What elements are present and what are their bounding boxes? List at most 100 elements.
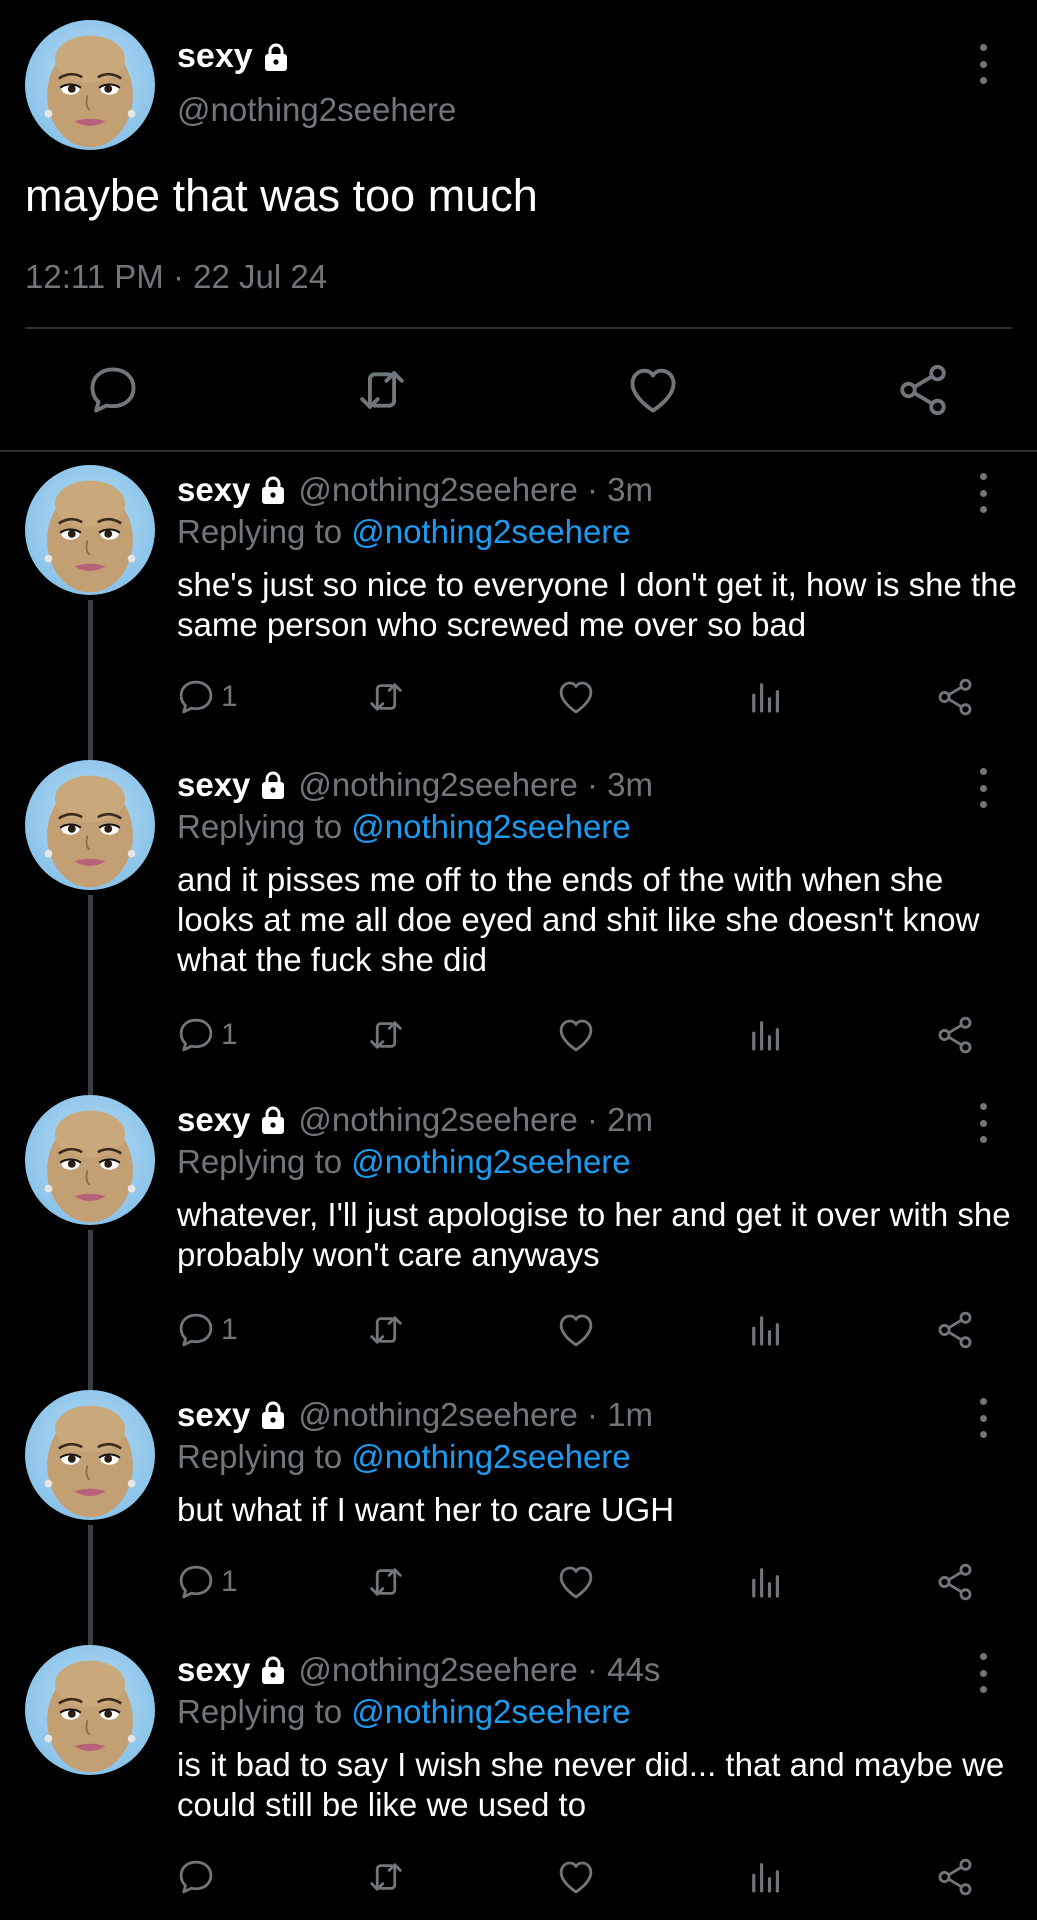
reply-button[interactable] — [175, 1855, 221, 1899]
retweet-button[interactable] — [365, 1560, 407, 1604]
lock-icon — [262, 1106, 285, 1134]
replying-to: Replying to @nothing2seehere — [177, 513, 631, 550]
avatar[interactable] — [25, 20, 155, 150]
avatar[interactable] — [25, 1645, 155, 1775]
like-button[interactable] — [555, 1560, 597, 1604]
share-icon[interactable] — [894, 361, 952, 419]
share-button[interactable] — [934, 675, 976, 719]
more-icon[interactable] — [973, 44, 993, 84]
display-name[interactable]: sexy — [177, 471, 250, 509]
share-button[interactable] — [934, 1013, 976, 1057]
retweet-icon[interactable] — [353, 361, 411, 419]
avatar[interactable] — [25, 1095, 155, 1225]
reply-icon — [175, 1856, 217, 1898]
share-icon — [934, 1856, 976, 1898]
reply-tweet[interactable]: sexy @nothing2seehere · 2m Replying to @… — [0, 1095, 1037, 1385]
reply-header: sexy @nothing2seehere · 44s — [177, 1651, 660, 1689]
lock-icon — [264, 43, 287, 71]
mention-link[interactable]: @nothing2seehere — [351, 1143, 630, 1180]
tweet-text: whatever, I'll just apologise to her and… — [177, 1196, 1011, 1273]
like-icon — [555, 1856, 597, 1898]
reply-button[interactable]: 1 — [175, 1013, 238, 1057]
reply-tweet[interactable]: sexy @nothing2seehere · 1m Replying to @… — [0, 1390, 1037, 1640]
reply-header: sexy @nothing2seehere · 3m — [177, 766, 653, 804]
share-icon — [934, 1561, 976, 1603]
more-icon[interactable] — [973, 1103, 993, 1143]
share-button[interactable] — [934, 1308, 976, 1352]
tweet-actions: 1 — [0, 675, 1037, 725]
display-name[interactable]: sexy — [177, 1651, 250, 1689]
like-button[interactable] — [555, 1855, 597, 1899]
retweet-icon — [365, 1309, 407, 1351]
like-button[interactable] — [555, 1013, 597, 1057]
mention-link[interactable]: @nothing2seehere — [351, 808, 630, 845]
avatar[interactable] — [25, 1390, 155, 1520]
like-icon — [555, 676, 597, 718]
more-icon[interactable] — [973, 473, 993, 513]
reply-tweet[interactable]: sexy @nothing2seehere · 3m Replying to @… — [0, 760, 1037, 1090]
retweet-button[interactable] — [365, 675, 407, 719]
mention-link[interactable]: @nothing2seehere — [351, 513, 630, 550]
views-button[interactable] — [745, 1308, 787, 1352]
handle-time[interactable]: @nothing2seehere · 3m — [298, 766, 653, 804]
handle-time[interactable]: @nothing2seehere · 44s — [298, 1651, 660, 1689]
reply-button[interactable]: 1 — [175, 1308, 238, 1352]
retweet-icon — [365, 676, 407, 718]
handle-time[interactable]: @nothing2seehere · 3m — [298, 471, 653, 509]
like-icon — [555, 1561, 597, 1603]
mention-link[interactable]: @nothing2seehere — [351, 1693, 630, 1730]
views-button[interactable] — [745, 1855, 787, 1899]
reply-tweet[interactable]: sexy @nothing2seehere · 3m Replying to @… — [0, 465, 1037, 755]
reply-header: sexy @nothing2seehere · 1m — [177, 1396, 653, 1434]
reply-icon — [175, 1309, 217, 1351]
share-icon — [934, 1309, 976, 1351]
handle-time[interactable]: @nothing2seehere · 1m — [298, 1396, 653, 1434]
lock-icon — [262, 1656, 285, 1684]
views-button[interactable] — [745, 1013, 787, 1057]
retweet-button[interactable] — [365, 1308, 407, 1352]
retweet-icon — [365, 1856, 407, 1898]
reply-button[interactable]: 1 — [175, 675, 238, 719]
avatar[interactable] — [25, 760, 155, 890]
display-name[interactable]: sexy — [177, 1101, 250, 1139]
display-name[interactable]: sexy — [177, 766, 250, 804]
views-button[interactable] — [745, 1560, 787, 1604]
lock-icon — [262, 476, 285, 504]
retweet-button[interactable] — [365, 1013, 407, 1057]
reply-button[interactable]: 1 — [175, 1560, 238, 1604]
mention-link[interactable]: @nothing2seehere — [351, 1438, 630, 1475]
reply-icon[interactable] — [84, 361, 142, 419]
tweet-actions: 1 — [0, 1560, 1037, 1610]
like-button[interactable] — [555, 675, 597, 719]
views-icon — [745, 1561, 787, 1603]
share-button[interactable] — [934, 1855, 976, 1899]
retweet-button[interactable] — [365, 1855, 407, 1899]
tweet-text: and it pisses me off to the ends of the … — [177, 861, 980, 978]
views-button[interactable] — [745, 675, 787, 719]
tweet-text: but what if I want her to care UGH — [177, 1491, 675, 1528]
timestamp[interactable]: 12:11 PM · 22 Jul 24 — [25, 258, 327, 296]
tweet-actions — [0, 355, 1037, 425]
tweet-actions — [0, 1855, 1037, 1905]
more-icon[interactable] — [973, 768, 993, 808]
display-name[interactable]: sexy — [177, 1396, 250, 1434]
like-icon[interactable] — [624, 361, 682, 419]
retweet-icon — [365, 1014, 407, 1056]
reply-count: 1 — [221, 1313, 238, 1346]
tweet-text: is it bad to say I wish she never did...… — [177, 1746, 1005, 1823]
share-icon — [934, 676, 976, 718]
display-name[interactable]: sexy — [177, 37, 291, 76]
avatar[interactable] — [25, 465, 155, 595]
more-icon[interactable] — [973, 1653, 993, 1693]
handle[interactable]: @nothing2seehere — [177, 91, 456, 129]
reply-tweet[interactable]: sexy @nothing2seehere · 44s Replying to … — [0, 1645, 1037, 1920]
like-icon — [555, 1014, 597, 1056]
handle-time[interactable]: @nothing2seehere · 2m — [298, 1101, 653, 1139]
replying-to: Replying to @nothing2seehere — [177, 1143, 631, 1180]
reply-icon — [175, 676, 217, 718]
replying-to: Replying to @nothing2seehere — [177, 808, 631, 845]
like-button[interactable] — [555, 1308, 597, 1352]
share-button[interactable] — [934, 1560, 976, 1604]
more-icon[interactable] — [973, 1398, 993, 1438]
divider — [0, 450, 1037, 452]
